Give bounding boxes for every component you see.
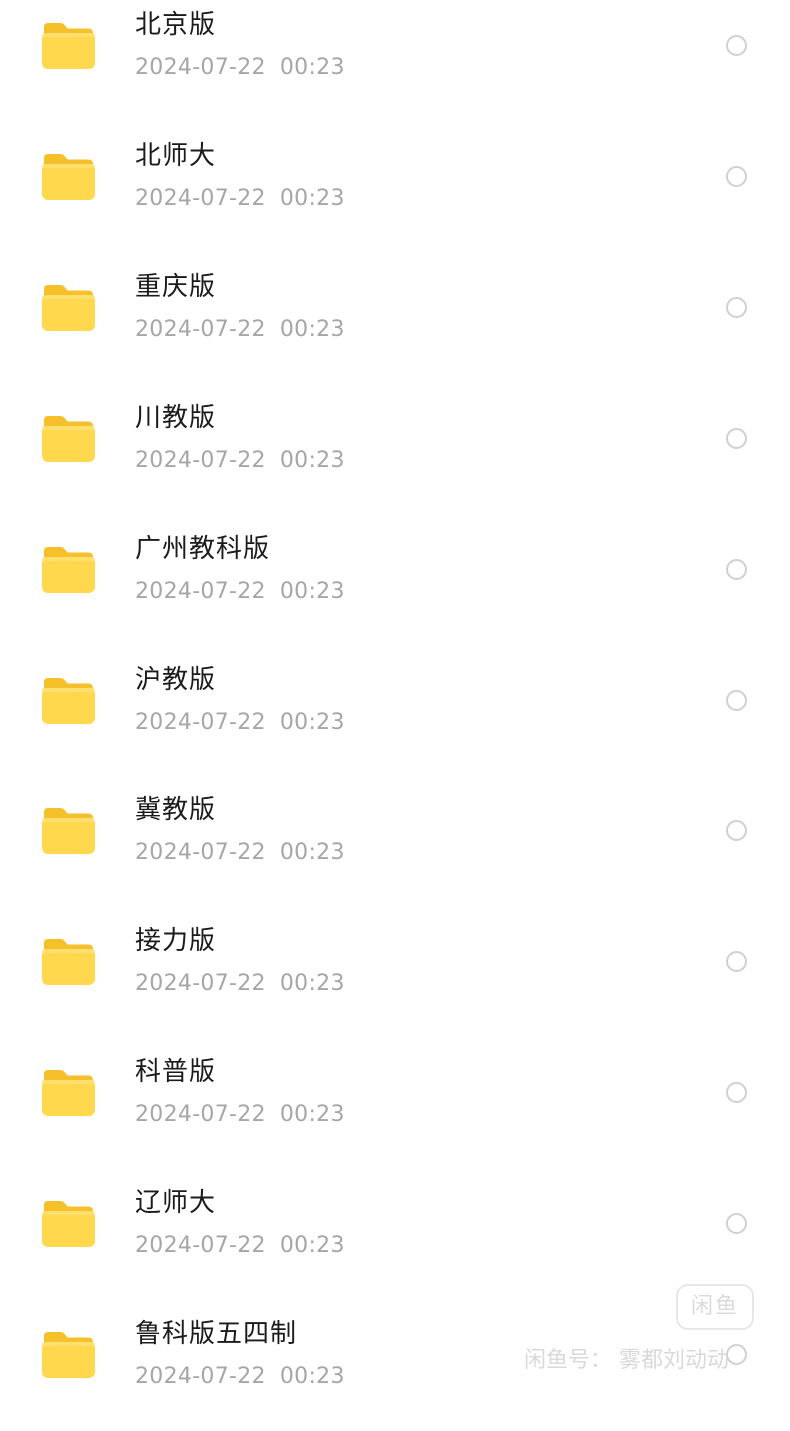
list-item[interactable]: 冀教版 2024-07-22 00:23	[0, 776, 790, 907]
file-date: 2024-07-22	[135, 448, 266, 473]
file-time: 00:23	[279, 840, 345, 865]
select-radio[interactable]	[726, 690, 747, 711]
file-name: 接力版	[135, 926, 217, 956]
watermark-logo: 闲鱼	[676, 1284, 754, 1330]
file-timestamp: 2024-07-22 00:23	[135, 1231, 345, 1261]
file-name: 冀教版	[135, 795, 217, 825]
file-timestamp: 2024-07-22 00:23	[135, 53, 345, 83]
file-time: 00:23	[279, 1102, 345, 1127]
file-timestamp: 2024-07-22 00:23	[135, 708, 345, 738]
file-date: 2024-07-22	[135, 317, 266, 342]
file-timestamp: 2024-07-22 00:23	[135, 446, 345, 476]
file-name: 鲁科版五四制	[135, 1319, 298, 1349]
folder-icon	[40, 676, 96, 726]
file-time: 00:23	[279, 317, 345, 342]
file-date: 2024-07-22	[135, 579, 266, 604]
file-time: 00:23	[279, 710, 345, 735]
folder-icon	[40, 414, 96, 464]
watermark: 闲鱼 闲鱼号： 雾都刘动动	[524, 1284, 764, 1384]
select-radio[interactable]	[726, 35, 747, 56]
file-date: 2024-07-22	[135, 971, 266, 996]
select-radio[interactable]	[726, 559, 747, 580]
select-radio[interactable]	[726, 820, 747, 841]
select-radio[interactable]	[726, 297, 747, 318]
file-time: 00:23	[279, 448, 345, 473]
file-date: 2024-07-22	[135, 55, 266, 80]
file-timestamp: 2024-07-22 00:23	[135, 315, 345, 345]
select-radio[interactable]	[726, 951, 747, 972]
file-time: 00:23	[279, 186, 345, 211]
file-time: 00:23	[279, 971, 345, 996]
file-timestamp: 2024-07-22 00:23	[135, 1362, 345, 1392]
folder-icon	[40, 1330, 96, 1380]
folder-icon	[40, 283, 96, 333]
folder-icon	[40, 21, 96, 71]
file-name: 北师大	[135, 141, 217, 171]
folder-icon	[40, 545, 96, 595]
folder-icon	[40, 1199, 96, 1249]
file-list: 北京版 2024-07-22 00:23 北师大 2024-07-22 00:23 …	[0, 0, 790, 1431]
list-item[interactable]: 重庆版 2024-07-22 00:23	[0, 253, 790, 384]
list-item[interactable]: 川教版 2024-07-22 00:23	[0, 384, 790, 515]
list-item[interactable]: 北师大 2024-07-22 00:23	[0, 122, 790, 253]
list-item[interactable]: 科普版 2024-07-22 00:23	[0, 1038, 790, 1169]
file-timestamp: 2024-07-22 00:23	[135, 969, 345, 999]
file-time: 00:23	[279, 1233, 345, 1258]
file-date: 2024-07-22	[135, 1233, 266, 1258]
file-timestamp: 2024-07-22 00:23	[135, 577, 345, 607]
file-date: 2024-07-22	[135, 1102, 266, 1127]
file-timestamp: 2024-07-22 00:23	[135, 1100, 345, 1130]
file-time: 00:23	[279, 1364, 345, 1389]
file-date: 2024-07-22	[135, 1364, 266, 1389]
list-item[interactable]: 沪教版 2024-07-22 00:23	[0, 646, 790, 777]
select-radio[interactable]	[726, 428, 747, 449]
file-name: 科普版	[135, 1057, 217, 1087]
file-date: 2024-07-22	[135, 840, 266, 865]
select-radio[interactable]	[726, 1082, 747, 1103]
list-item[interactable]: 接力版 2024-07-22 00:23	[0, 907, 790, 1038]
file-date: 2024-07-22	[135, 186, 266, 211]
folder-icon	[40, 937, 96, 987]
file-time: 00:23	[279, 55, 345, 80]
watermark-text: 闲鱼号： 雾都刘动动	[524, 1348, 729, 1373]
file-name: 广州教科版	[135, 534, 271, 564]
file-name: 重庆版	[135, 272, 217, 302]
file-date: 2024-07-22	[135, 710, 266, 735]
list-item[interactable]: 广州教科版 2024-07-22 00:23	[0, 515, 790, 646]
list-item[interactable]: 北京版 2024-07-22 00:23	[0, 0, 790, 122]
file-name: 北京版	[135, 10, 217, 40]
file-name: 辽师大	[135, 1188, 217, 1218]
select-radio[interactable]	[726, 166, 747, 187]
file-timestamp: 2024-07-22 00:23	[135, 184, 345, 214]
list-item[interactable]: 辽师大 2024-07-22 00:23	[0, 1169, 790, 1300]
select-radio[interactable]	[726, 1213, 747, 1234]
file-name: 川教版	[135, 403, 217, 433]
folder-icon	[40, 152, 96, 202]
file-time: 00:23	[279, 579, 345, 604]
folder-icon	[40, 1068, 96, 1118]
file-name: 沪教版	[135, 665, 217, 695]
folder-icon	[40, 806, 96, 856]
file-timestamp: 2024-07-22 00:23	[135, 838, 345, 868]
